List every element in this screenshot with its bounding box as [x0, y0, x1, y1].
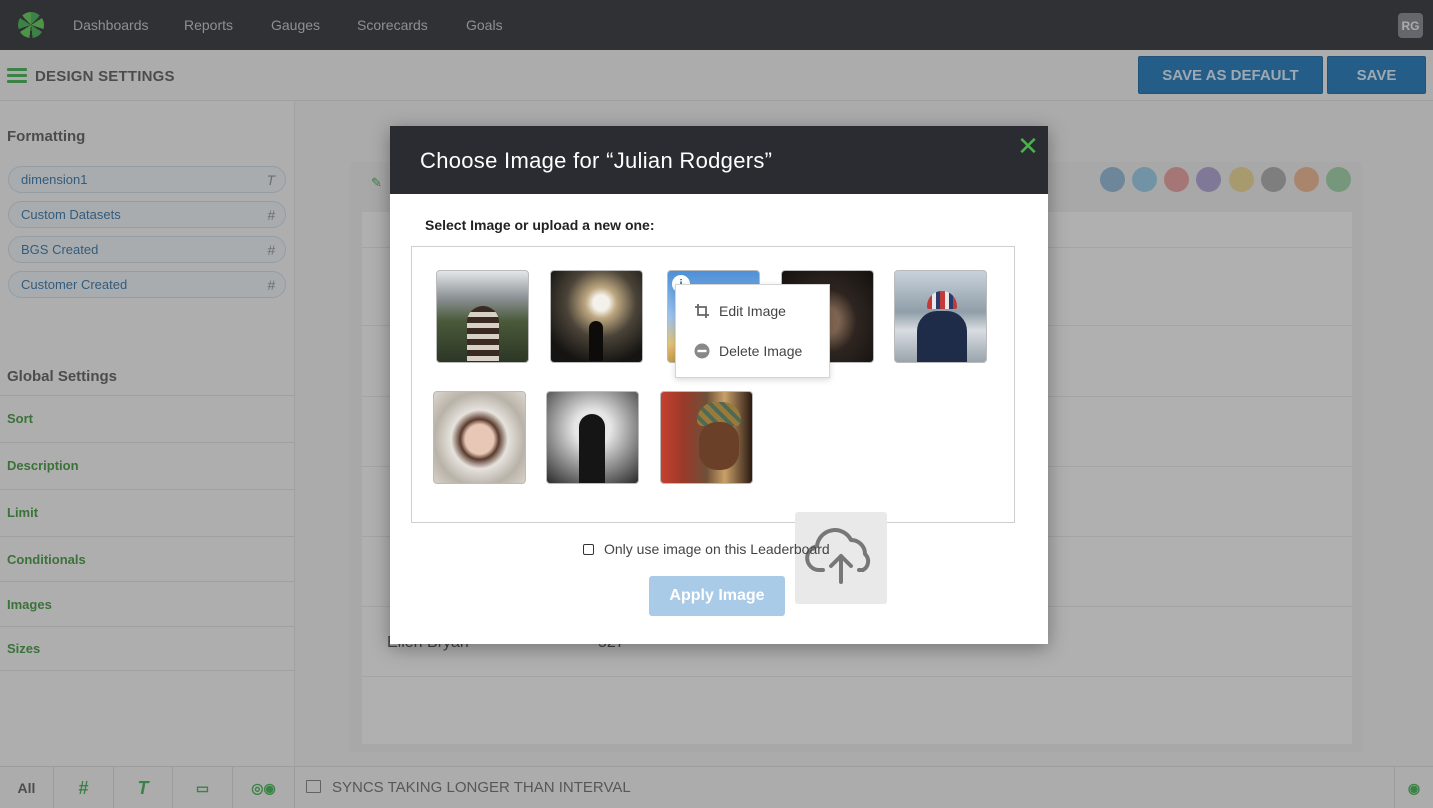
image-thumbnail[interactable]: [433, 391, 526, 484]
remove-circle-icon: [694, 343, 710, 359]
leaderboard-only-label[interactable]: Only use image on this Leaderboard: [604, 541, 830, 557]
upload-image-button[interactable]: [795, 512, 887, 604]
image-thumbnail[interactable]: [660, 391, 753, 484]
modal-title: Choose Image for “Julian Rodgers”: [420, 148, 773, 173]
image-thumbnail[interactable]: [436, 270, 529, 363]
image-thumbnail[interactable]: [546, 391, 639, 484]
cloud-upload-icon: [805, 528, 871, 584]
leaderboard-only-option: Only use image on this Leaderboard: [583, 541, 830, 557]
image-thumbnail[interactable]: [894, 270, 987, 363]
select-image-label: Select Image or upload a new one:: [425, 217, 655, 233]
leaderboard-only-checkbox[interactable]: [583, 543, 594, 555]
crop-icon: [695, 304, 709, 318]
modal-header: Choose Image for “Julian Rodgers” ✕: [390, 126, 1048, 194]
image-context-menu: Edit Image Delete Image: [675, 284, 830, 378]
delete-image-label: Delete Image: [719, 343, 803, 359]
edit-image-label: Edit Image: [719, 303, 786, 319]
edit-image-menu-item[interactable]: Edit Image: [676, 295, 831, 327]
image-thumbnail[interactable]: [550, 270, 643, 363]
delete-image-menu-item[interactable]: Delete Image: [676, 335, 831, 367]
apply-image-button[interactable]: Apply Image: [649, 576, 785, 616]
choose-image-modal: Choose Image for “Julian Rodgers” ✕ Sele…: [390, 126, 1048, 644]
close-icon[interactable]: ✕: [1016, 133, 1040, 159]
